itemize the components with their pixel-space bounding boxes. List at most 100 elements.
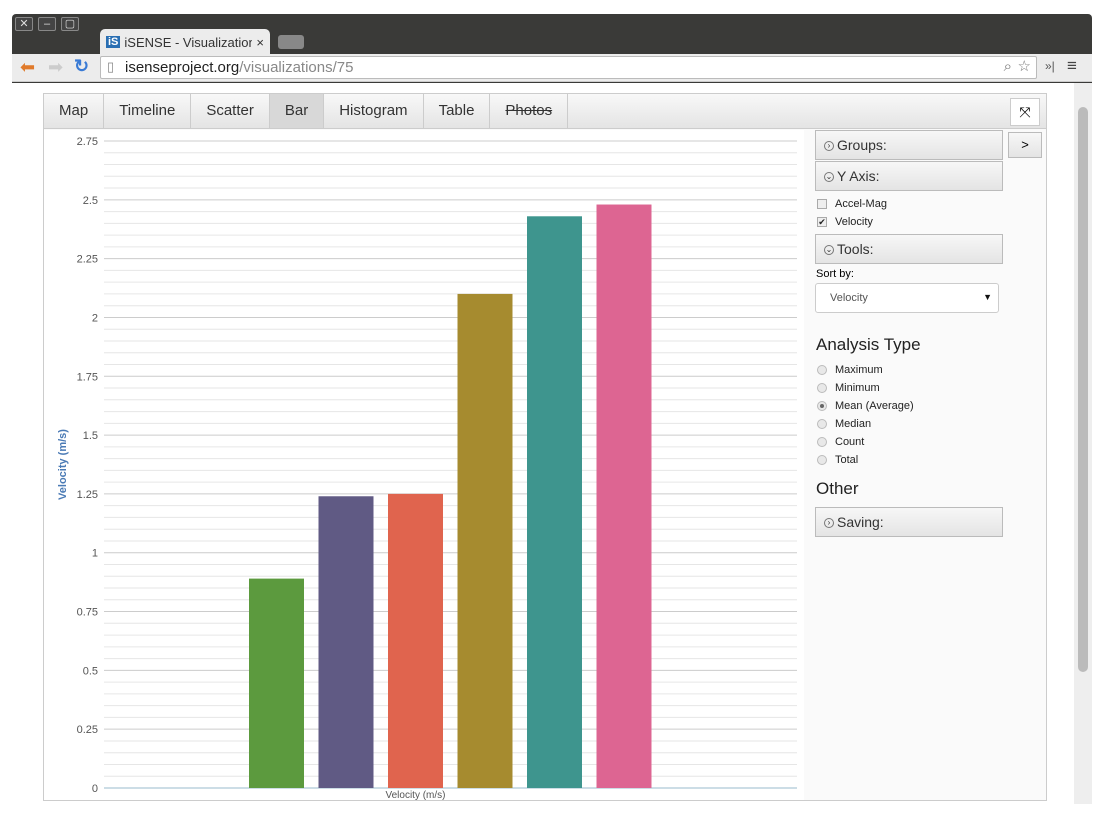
y-tick-label: 1.75	[77, 371, 98, 383]
browser-toolbar: ⬅ ➡ ↻ ▯ isenseproject.org/visualizations…	[12, 54, 1092, 82]
fullscreen-icon: ⤧	[1019, 104, 1031, 120]
sort-by-value: Velocity	[830, 292, 868, 304]
radio-button[interactable]	[817, 437, 827, 447]
y-axis-label: Y Axis:	[837, 168, 880, 184]
radio-button[interactable]	[817, 365, 827, 375]
checkbox[interactable]	[817, 199, 827, 209]
y-tick-label: 0	[92, 783, 98, 795]
field-accel-mag[interactable]: Accel-Mag	[815, 195, 1045, 213]
controls-panel: › Groups: ⌄ Y Axis: Accel-Mag ✔ Velocity ⌄ T…	[815, 130, 1045, 538]
bar	[457, 293, 513, 788]
groups-header[interactable]: › Groups:	[815, 130, 1003, 160]
analysis-type-title: Analysis Type	[816, 335, 921, 354]
y-tick-label: 1	[92, 548, 98, 560]
bar	[527, 216, 582, 789]
tab-timeline[interactable]: Timeline	[104, 94, 192, 128]
analysis-option-label: Total	[835, 454, 859, 466]
menu-icon[interactable]: ≡	[1067, 56, 1077, 76]
y-tick-label: 0.5	[83, 665, 98, 677]
y-tick-label: 2	[92, 312, 98, 324]
site-logo: iS	[106, 36, 121, 48]
chevron-down-icon: ⌄	[824, 172, 834, 183]
viz-tabs: Map Timeline Scatter Bar Histogram Table Photo…	[44, 94, 1046, 129]
y-tick-label: 1.5	[83, 430, 98, 442]
tab-photos[interactable]: Photos	[490, 94, 569, 128]
bar	[318, 496, 374, 788]
analysis-option-label: Minimum	[835, 382, 880, 394]
maximize-icon[interactable]: ▢	[61, 17, 79, 31]
forward-arrow-icon[interactable]: ➡	[48, 57, 63, 78]
sort-by-label: Sort by:	[816, 268, 854, 280]
y-tick-label: 0.25	[77, 724, 98, 736]
analysis-option-label: Median	[835, 418, 872, 430]
y-tick-label: 0.75	[77, 607, 98, 619]
radio-button[interactable]	[817, 419, 827, 429]
field-velocity[interactable]: ✔ Velocity	[815, 213, 1045, 231]
y-tick-label: 2.5	[83, 195, 98, 207]
tab-scatter[interactable]: Scatter	[191, 94, 270, 128]
analysis-option-label: Mean (Average)	[835, 400, 914, 412]
page-icon: ▯	[107, 59, 115, 74]
close-tab-icon[interactable]: ×	[256, 35, 264, 50]
minimize-icon[interactable]: –	[38, 17, 56, 31]
page-content: Map Timeline Scatter Bar Histogram Table Photo…	[12, 83, 1074, 804]
radio-button[interactable]	[817, 401, 827, 411]
other-title: Other	[816, 479, 859, 498]
analysis-option[interactable]: Count	[815, 433, 1045, 451]
bar	[596, 204, 652, 789]
analysis-option[interactable]: Median	[815, 415, 1045, 433]
chevron-right-icon: ›	[824, 518, 834, 529]
field-list: Accel-Mag ✔ Velocity	[815, 192, 1045, 234]
tools-header[interactable]: ⌄ Tools:	[815, 234, 1003, 264]
chart-svg: 0 0.25 0.5 0.75 1 1.25 1.5 1.75 2 2.25 2.5 2.75 Velo…	[57, 136, 797, 800]
zoom-icon[interactable]: ⌕	[1004, 58, 1012, 75]
url-path: /visualizations/75	[239, 59, 354, 76]
analysis-option-label: Count	[835, 436, 865, 448]
saving-header[interactable]: › Saving:	[815, 507, 1003, 537]
analysis-option[interactable]: Total	[815, 451, 1045, 469]
visualization-container: Map Timeline Scatter Bar Histogram Table Photo…	[43, 93, 1047, 801]
field-label: Velocity	[835, 216, 873, 228]
analysis-option[interactable]: Minimum	[815, 379, 1045, 397]
new-tab-button[interactable]	[278, 35, 304, 49]
sort-by-select[interactable]: Velocity ▼	[815, 283, 999, 313]
y-axis-label: Velocity (m/s)	[57, 429, 69, 500]
analysis-option-label: Maximum	[835, 364, 883, 376]
analysis-option[interactable]: Mean (Average)	[815, 397, 1045, 415]
y-tick-label: 1.25	[77, 489, 98, 501]
url-host: isenseproject.org	[125, 59, 240, 76]
radio-button[interactable]	[817, 383, 827, 393]
bar	[388, 493, 443, 788]
groups-label: Groups:	[837, 137, 887, 153]
analysis-option[interactable]: Maximum	[815, 361, 1045, 379]
vertical-scrollbar[interactable]	[1074, 83, 1092, 804]
y-tick-label: 2.75	[77, 136, 98, 148]
tab-map[interactable]: Map	[44, 94, 105, 128]
extensions-icon[interactable]: »|	[1045, 59, 1055, 73]
x-axis-label: Velocity (m/s)	[385, 790, 445, 800]
y-axis-header[interactable]: ⌄ Y Axis:	[815, 161, 1003, 191]
star-icon[interactable]: ☆	[1018, 57, 1031, 75]
dropdown-arrow-icon: ▼	[983, 292, 992, 302]
tools-label: Tools:	[837, 241, 874, 257]
back-arrow-icon[interactable]: ⬅	[20, 57, 35, 78]
browser-tab[interactable]: iS iSENSE - Visualization ×	[100, 29, 270, 55]
tab-table[interactable]: Table	[424, 94, 491, 128]
tab-title: iSENSE - Visualization	[124, 34, 253, 50]
tab-bar[interactable]: Bar	[269, 94, 325, 128]
reload-icon[interactable]: ↻	[74, 56, 89, 77]
analysis-type-options: Maximum Minimum Mean (Average) Median Count T…	[815, 361, 1045, 469]
tab-histogram[interactable]: Histogram	[324, 94, 424, 128]
scrollbar-thumb[interactable]	[1078, 107, 1088, 672]
address-bar[interactable]: ▯ isenseproject.org/visualizations/75 ⌕ …	[100, 56, 1037, 79]
saving-label: Saving:	[837, 514, 884, 530]
bar-chart: 0 0.25 0.5 0.75 1 1.25 1.5 1.75 2 2.25 2.5 2.75 Velo…	[44, 130, 804, 800]
checkbox-checked[interactable]: ✔	[817, 217, 827, 227]
chevron-right-icon: ›	[824, 141, 834, 152]
y-tick-label: 2.25	[77, 254, 98, 266]
radio-button[interactable]	[817, 455, 827, 465]
bar	[249, 578, 304, 788]
fullscreen-button[interactable]: ⤧	[1010, 98, 1040, 126]
browser-window: ✕ – ▢ iS iSENSE - Visualization × ⬅ ➡ ↻ …	[12, 14, 1092, 804]
close-window-icon[interactable]: ✕	[15, 17, 33, 31]
